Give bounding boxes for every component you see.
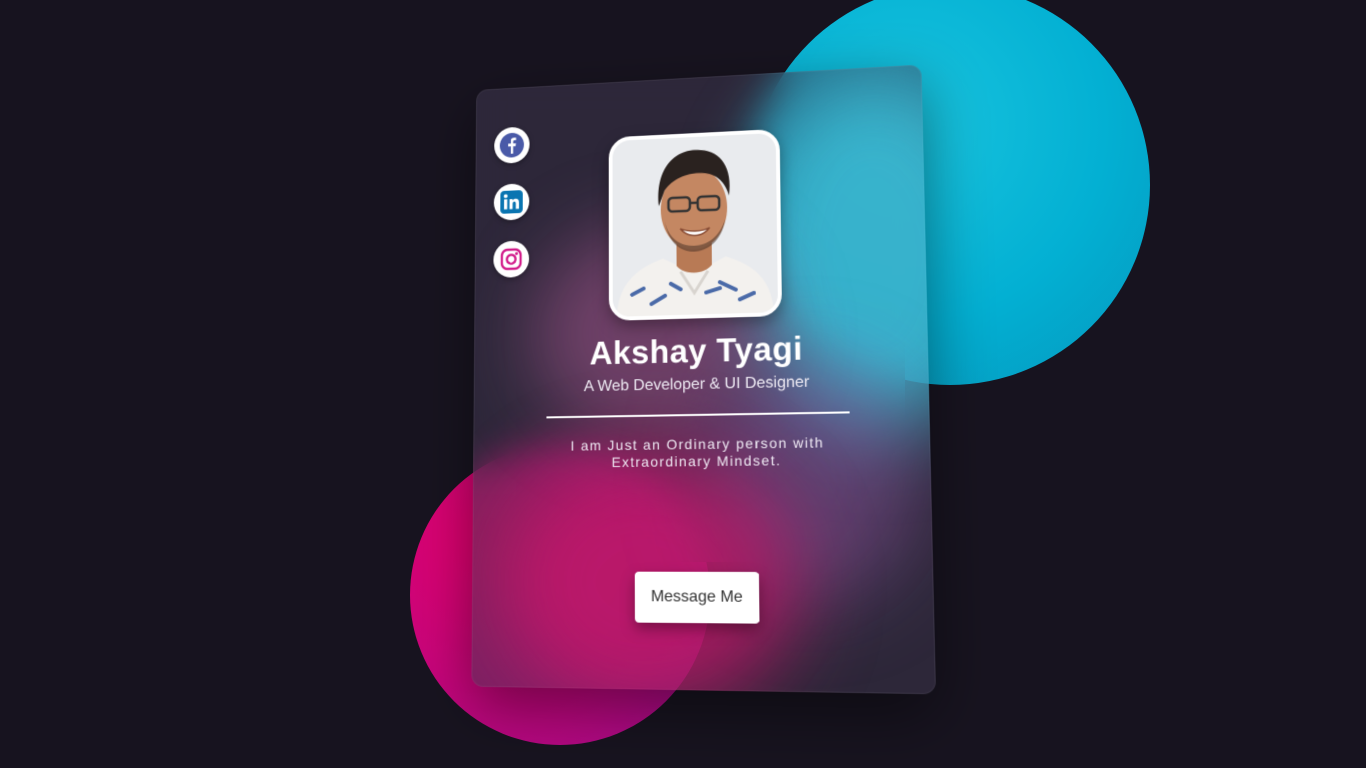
person-photo [613, 133, 778, 317]
profile-content: Akshay Tyagi A Web Developer & UI Design… [471, 64, 936, 694]
divider [546, 411, 849, 418]
page-background: Akshay Tyagi A Web Developer & UI Design… [0, 0, 1366, 768]
message-me-button[interactable]: Message Me [635, 572, 760, 624]
profile-role: A Web Developer & UI Designer [584, 374, 810, 397]
profile-card-wrapper: Akshay Tyagi A Web Developer & UI Design… [471, 64, 936, 694]
profile-name: Akshay Tyagi [590, 329, 804, 372]
avatar [609, 129, 782, 321]
profile-bio: I am Just an Ordinary person with Extrao… [549, 434, 847, 472]
profile-card: Akshay Tyagi A Web Developer & UI Design… [471, 64, 936, 694]
